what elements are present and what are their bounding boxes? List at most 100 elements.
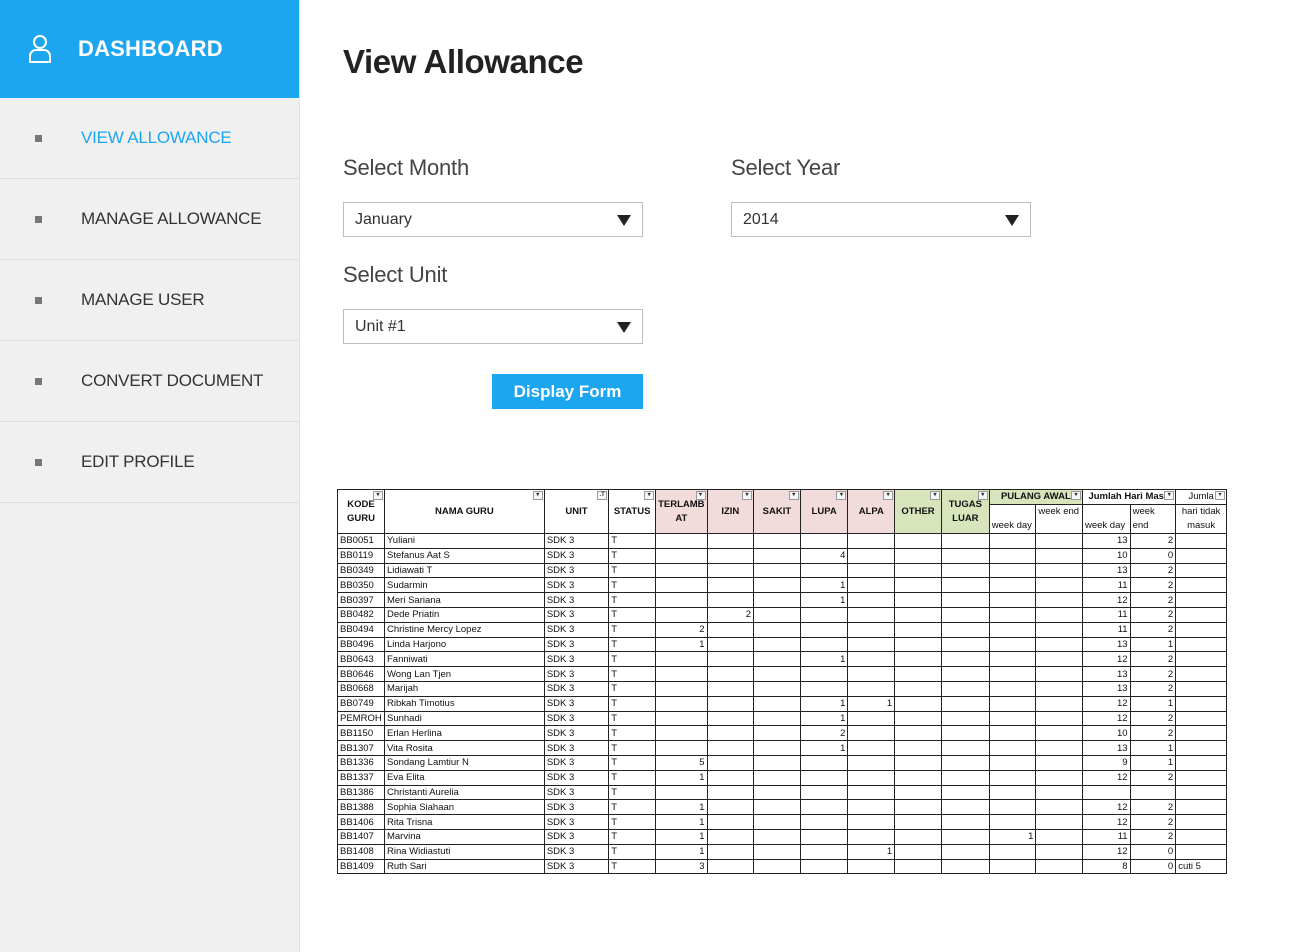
table-cell: Dede Priatin [383, 606, 545, 623]
filter-active-icon[interactable]: .T [597, 491, 608, 500]
table-cell [894, 592, 942, 608]
dashboard-header[interactable]: DASHBOARD [0, 0, 299, 98]
table-cell: Sondang Lamtiur N [383, 754, 545, 771]
table-cell: Wong Lan Tjen [383, 666, 545, 682]
table-cell [894, 577, 942, 594]
table-cell [988, 769, 1037, 786]
table-cell: Sudarmin [383, 577, 545, 594]
unit-select[interactable]: Unit #1 [343, 309, 643, 344]
table-row: BB1150 Erlan Herlina SDK 3 T 2 10 2 [337, 725, 1227, 742]
table-cell [1081, 784, 1131, 801]
table-cell [894, 784, 942, 801]
table-cell [1175, 636, 1227, 653]
table-cell [894, 858, 942, 875]
filter-dropdown-icon[interactable]: ▾ [695, 491, 706, 500]
table-cell [799, 754, 849, 771]
table-cell: T [608, 651, 657, 668]
sidebar-item-label: CONVERT DOCUMENT [81, 371, 264, 390]
table-cell: SDK 3 [543, 695, 610, 712]
table-cell [1035, 769, 1083, 786]
table-cell [753, 843, 801, 860]
filter-dropdown-icon[interactable]: ▾ [1070, 491, 1081, 500]
table-cell: 0 [1129, 547, 1177, 564]
table-cell [988, 858, 1037, 875]
table-cell: T [608, 666, 657, 682]
filter-dropdown-icon[interactable]: ▾ [1215, 491, 1225, 500]
table-cell: 2 [1129, 651, 1177, 668]
table-cell [799, 680, 849, 697]
table-cell [799, 606, 849, 623]
year-select-value: 2014 [743, 210, 779, 228]
filter-dropdown-icon[interactable]: ▾ [929, 491, 940, 500]
display-form-button[interactable]: Display Form [492, 374, 643, 409]
sidebar-item-manage-user[interactable]: MANAGE USER [0, 260, 299, 341]
filter-dropdown-icon[interactable]: ▾ [977, 491, 988, 500]
table-cell: T [608, 784, 657, 801]
filter-dropdown-icon[interactable]: ▾ [532, 491, 543, 500]
table-cell [894, 695, 942, 712]
table-cell: BB0350 [337, 577, 385, 594]
table-cell: 10 [1081, 725, 1131, 742]
month-select[interactable]: January [343, 202, 643, 237]
table-cell: BB0494 [337, 621, 385, 638]
table-cell: 2 [1129, 799, 1177, 816]
sidebar-item-convert-document[interactable]: CONVERT DOCUMENT [0, 341, 299, 422]
table-cell: T [608, 843, 657, 860]
filter-dropdown-icon[interactable]: ▾ [1164, 491, 1175, 500]
table-cell: BB1388 [337, 799, 385, 816]
table-cell: BB0749 [337, 695, 385, 712]
subheader-week-end: week end [1129, 504, 1177, 534]
table-cell: 12 [1081, 843, 1131, 860]
table-cell [1175, 843, 1227, 860]
year-select[interactable]: 2014 [731, 202, 1031, 237]
user-icon [29, 35, 51, 63]
table-cell: SDK 3 [543, 769, 610, 786]
table-cell: Rita Trisna [383, 814, 545, 830]
filter-dropdown-icon[interactable]: ▾ [372, 491, 383, 500]
table-cell: cuti 5 [1175, 858, 1227, 875]
table-cell: 2 [1129, 725, 1177, 742]
table-cell [1175, 606, 1227, 623]
filter-dropdown-icon[interactable]: ▾ [788, 491, 799, 500]
table-cell [988, 592, 1037, 608]
table-cell: SDK 3 [543, 754, 610, 771]
table-cell [988, 695, 1037, 712]
table-cell: SDK 3 [543, 666, 610, 682]
table-cell [706, 710, 755, 727]
table-cell [940, 695, 990, 712]
filter-dropdown-icon[interactable]: ▾ [883, 491, 894, 500]
sidebar-item-edit-profile[interactable]: EDIT PROFILE [0, 422, 299, 503]
sidebar-item-view-allowance[interactable]: VIEW ALLOWANCE [0, 98, 299, 179]
table-cell: 1 [799, 695, 849, 712]
table-cell: SDK 3 [543, 828, 610, 845]
table-row: BB0496 Linda Harjono SDK 3 T 1 13 1 [337, 636, 1227, 653]
table-cell: BB0051 [337, 533, 385, 549]
table-cell: T [608, 769, 657, 786]
table-cell: 2 [706, 606, 755, 623]
table-cell: SDK 3 [543, 577, 610, 594]
table-cell: T [608, 592, 657, 608]
header-kode-guru: KODE GURU ▾ [337, 489, 385, 534]
filter-dropdown-icon[interactable]: ▾ [742, 491, 753, 500]
table-cell: Ribkah Timotius [383, 695, 545, 712]
subheader-week-day: week day [1081, 504, 1131, 534]
table-cell [706, 799, 755, 816]
table-cell: SDK 3 [543, 562, 610, 579]
table-cell [1035, 651, 1083, 668]
table-cell [753, 799, 801, 816]
table-cell [655, 725, 708, 742]
table-row: BB0749 Ribkah Timotius SDK 3 T 1 1 12 1 [337, 695, 1227, 712]
table-cell: SDK 3 [543, 621, 610, 638]
filter-dropdown-icon[interactable]: ▾ [644, 491, 655, 500]
table-cell [1175, 710, 1227, 727]
header-nama-guru: NAMA GURU ▾ [383, 489, 545, 534]
table-cell [1175, 666, 1227, 682]
table-cell [1175, 651, 1227, 668]
sidebar-item-label: EDIT PROFILE [81, 452, 195, 471]
table-cell: 1 [655, 814, 708, 830]
table-cell [1175, 784, 1227, 801]
sidebar-item-manage-allowance[interactable]: MANAGE ALLOWANCE [0, 179, 299, 260]
filter-dropdown-icon[interactable]: ▾ [836, 491, 847, 500]
table-cell: BB0397 [337, 592, 385, 608]
bullet-icon [35, 134, 42, 142]
